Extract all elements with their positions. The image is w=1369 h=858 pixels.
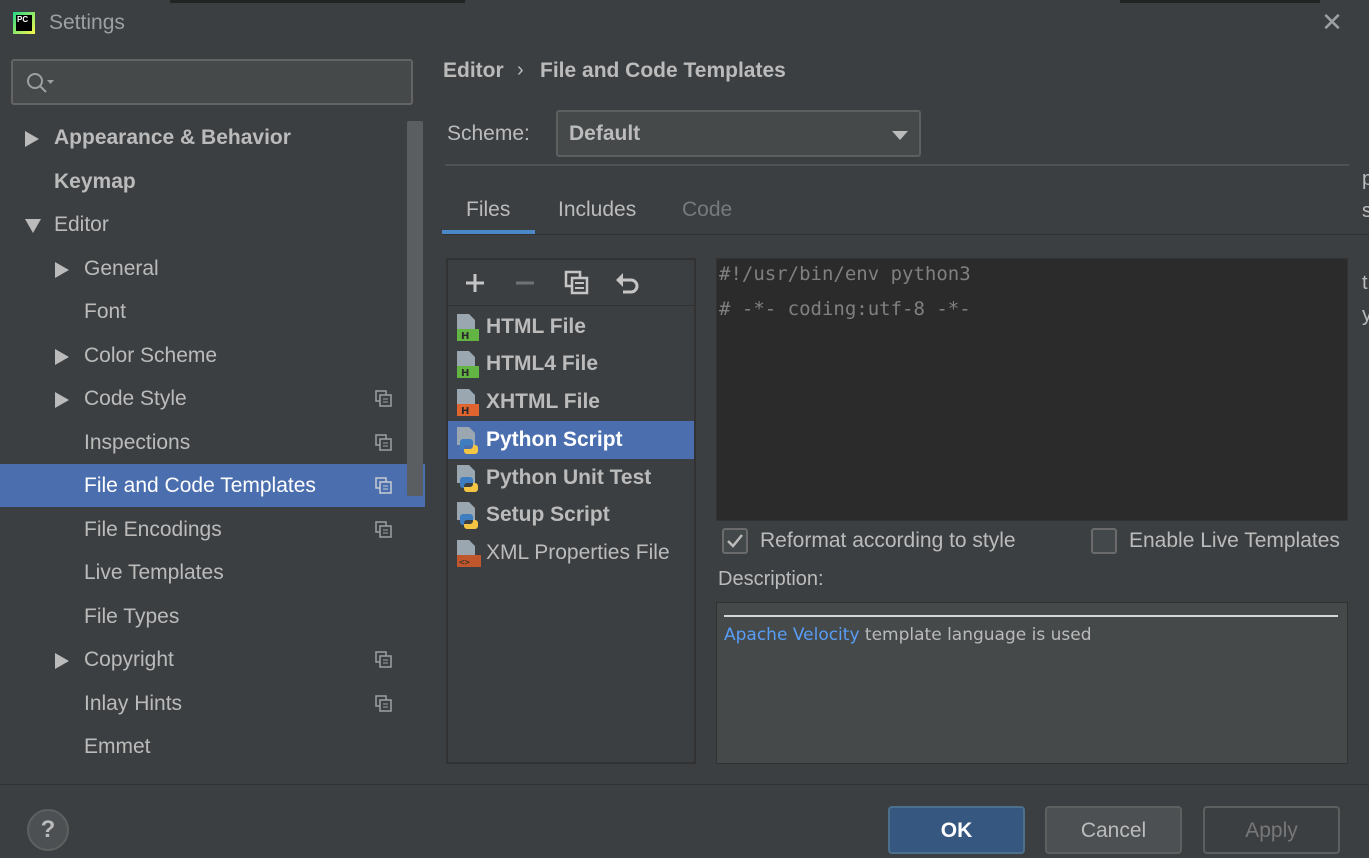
close-icon[interactable]: ✕ <box>1319 8 1345 36</box>
svg-text:H: H <box>461 368 469 379</box>
python-file-icon <box>457 427 478 454</box>
checkmark-icon <box>727 534 743 548</box>
project-settings-icon <box>375 434 392 451</box>
divider <box>442 234 1369 235</box>
breadcrumb-parent[interactable]: Editor <box>443 59 504 83</box>
template-item-setup-script[interactable]: Setup Script <box>448 496 694 534</box>
help-button[interactable]: ? <box>27 809 69 851</box>
scheme-value: Default <box>569 122 641 145</box>
expand-arrow-icon[interactable] <box>55 262 69 278</box>
cancel-button[interactable]: Cancel <box>1045 806 1182 854</box>
svg-text:H: H <box>461 406 469 417</box>
xml-file-icon: <> <box>457 540 481 568</box>
sidebar-scrollbar[interactable] <box>407 121 423 496</box>
clipped-text: y <box>1362 304 1369 326</box>
template-item-html-file[interactable]: H HTML File <box>448 308 694 346</box>
search-field[interactable] <box>11 59 413 105</box>
tree-item-editor[interactable]: Editor <box>0 203 425 246</box>
dialog-footer: ? OK Cancel Apply <box>0 784 1369 858</box>
code-line: # -*- coding:utf-8 -*- <box>719 298 971 320</box>
apache-velocity-link[interactable]: Apache Velocity <box>724 625 860 645</box>
expand-arrow-icon[interactable] <box>55 349 69 365</box>
plus-icon[interactable] <box>460 268 490 298</box>
background-window-edge <box>1120 0 1320 3</box>
xhtml-file-icon: H <box>457 389 479 417</box>
breadcrumb-separator: › <box>517 59 524 81</box>
copy-icon[interactable] <box>562 268 592 298</box>
tree-item-emmet[interactable]: Emmet <box>0 725 425 768</box>
tree-item-code-style[interactable]: Code Style <box>0 377 425 420</box>
ok-button[interactable]: OK <box>888 806 1025 854</box>
tree-item-font[interactable]: Font <box>0 290 425 333</box>
html-file-icon: H <box>457 351 479 379</box>
project-settings-icon <box>375 651 392 668</box>
search-input[interactable] <box>63 67 403 97</box>
template-item-python-script[interactable]: Python Script <box>448 421 694 459</box>
expand-arrow-icon[interactable] <box>55 392 69 408</box>
template-list-panel: H HTML File H HTML4 File H XHTML File Py… <box>446 258 696 764</box>
tree-item-file-types[interactable]: File Types <box>0 595 425 638</box>
tree-item-inspections[interactable]: Inspections <box>0 421 425 464</box>
live-templates-checkbox[interactable] <box>1091 528 1117 554</box>
title-bar: PC Settings ✕ <box>0 0 1369 46</box>
settings-content: Editor › File and Code Templates Scheme:… <box>425 46 1369 784</box>
reformat-checkbox[interactable] <box>722 528 748 554</box>
project-settings-icon <box>375 477 392 494</box>
divider <box>445 164 1349 166</box>
tree-item-appearance-behavior[interactable]: Appearance & Behavior <box>0 116 425 159</box>
template-item-xhtml-file[interactable]: H XHTML File <box>448 383 694 421</box>
expand-arrow-icon[interactable] <box>55 653 69 669</box>
chevron-down-icon <box>892 131 908 140</box>
settings-sidebar: Appearance & Behavior Keymap Editor Gene… <box>0 46 425 784</box>
clipped-text: s <box>1362 200 1369 222</box>
python-file-icon <box>457 502 478 529</box>
search-icon <box>27 73 54 93</box>
python-file-icon <box>457 465 478 492</box>
project-settings-icon <box>375 695 392 712</box>
undo-icon[interactable] <box>613 268 643 298</box>
template-item-xml-properties-file[interactable]: <> XML Properties File <box>448 534 694 572</box>
tree-item-copyright[interactable]: Copyright <box>0 638 425 681</box>
apply-button[interactable]: Apply <box>1203 806 1340 854</box>
tree-item-file-and-code-templates[interactable]: File and Code Templates <box>0 464 425 507</box>
description-box: Apache Velocity template language is use… <box>716 602 1348 764</box>
pycharm-logo-icon: PC <box>13 12 35 34</box>
page-title: File and Code Templates <box>540 59 786 82</box>
expand-arrow-icon[interactable] <box>25 131 39 147</box>
tree-item-keymap[interactable]: Keymap <box>0 160 425 203</box>
project-settings-icon <box>375 521 392 538</box>
reformat-label: Reformat according to style <box>760 529 1016 552</box>
tree-item-live-templates[interactable]: Live Templates <box>0 551 425 594</box>
svg-text:<>: <> <box>459 558 470 568</box>
scheme-dropdown[interactable]: Default <box>556 110 921 157</box>
background-window-edge <box>170 0 465 3</box>
clipped-text: t <box>1362 272 1368 294</box>
template-code-editor[interactable]: #!/usr/bin/env python3 # -*- coding:utf-… <box>716 258 1348 521</box>
svg-text:H: H <box>461 331 469 342</box>
template-item-python-unit-test[interactable]: Python Unit Test <box>448 459 694 497</box>
description-label: Description: <box>718 568 824 590</box>
divider <box>724 615 1338 617</box>
code-line: #!/usr/bin/env python3 <box>719 263 971 285</box>
tree-item-general[interactable]: General <box>0 247 425 290</box>
tree-item-inlay-hints[interactable]: Inlay Hints <box>0 682 425 725</box>
window-title: Settings <box>49 11 125 34</box>
collapse-arrow-icon[interactable] <box>25 219 41 233</box>
html-file-icon: H <box>457 314 479 342</box>
tree-item-file-encodings[interactable]: File Encodings <box>0 508 425 551</box>
project-settings-icon <box>375 390 392 407</box>
template-toolbar <box>448 260 694 306</box>
scheme-label: Scheme: <box>447 122 530 145</box>
clipped-text: p <box>1362 168 1369 190</box>
description-text: Apache Velocity template language is use… <box>724 625 1092 645</box>
tree-item-color-scheme[interactable]: Color Scheme <box>0 334 425 377</box>
live-templates-label: Enable Live Templates <box>1129 529 1340 552</box>
minus-icon[interactable] <box>510 268 540 298</box>
template-item-html4-file[interactable]: H HTML4 File <box>448 345 694 383</box>
